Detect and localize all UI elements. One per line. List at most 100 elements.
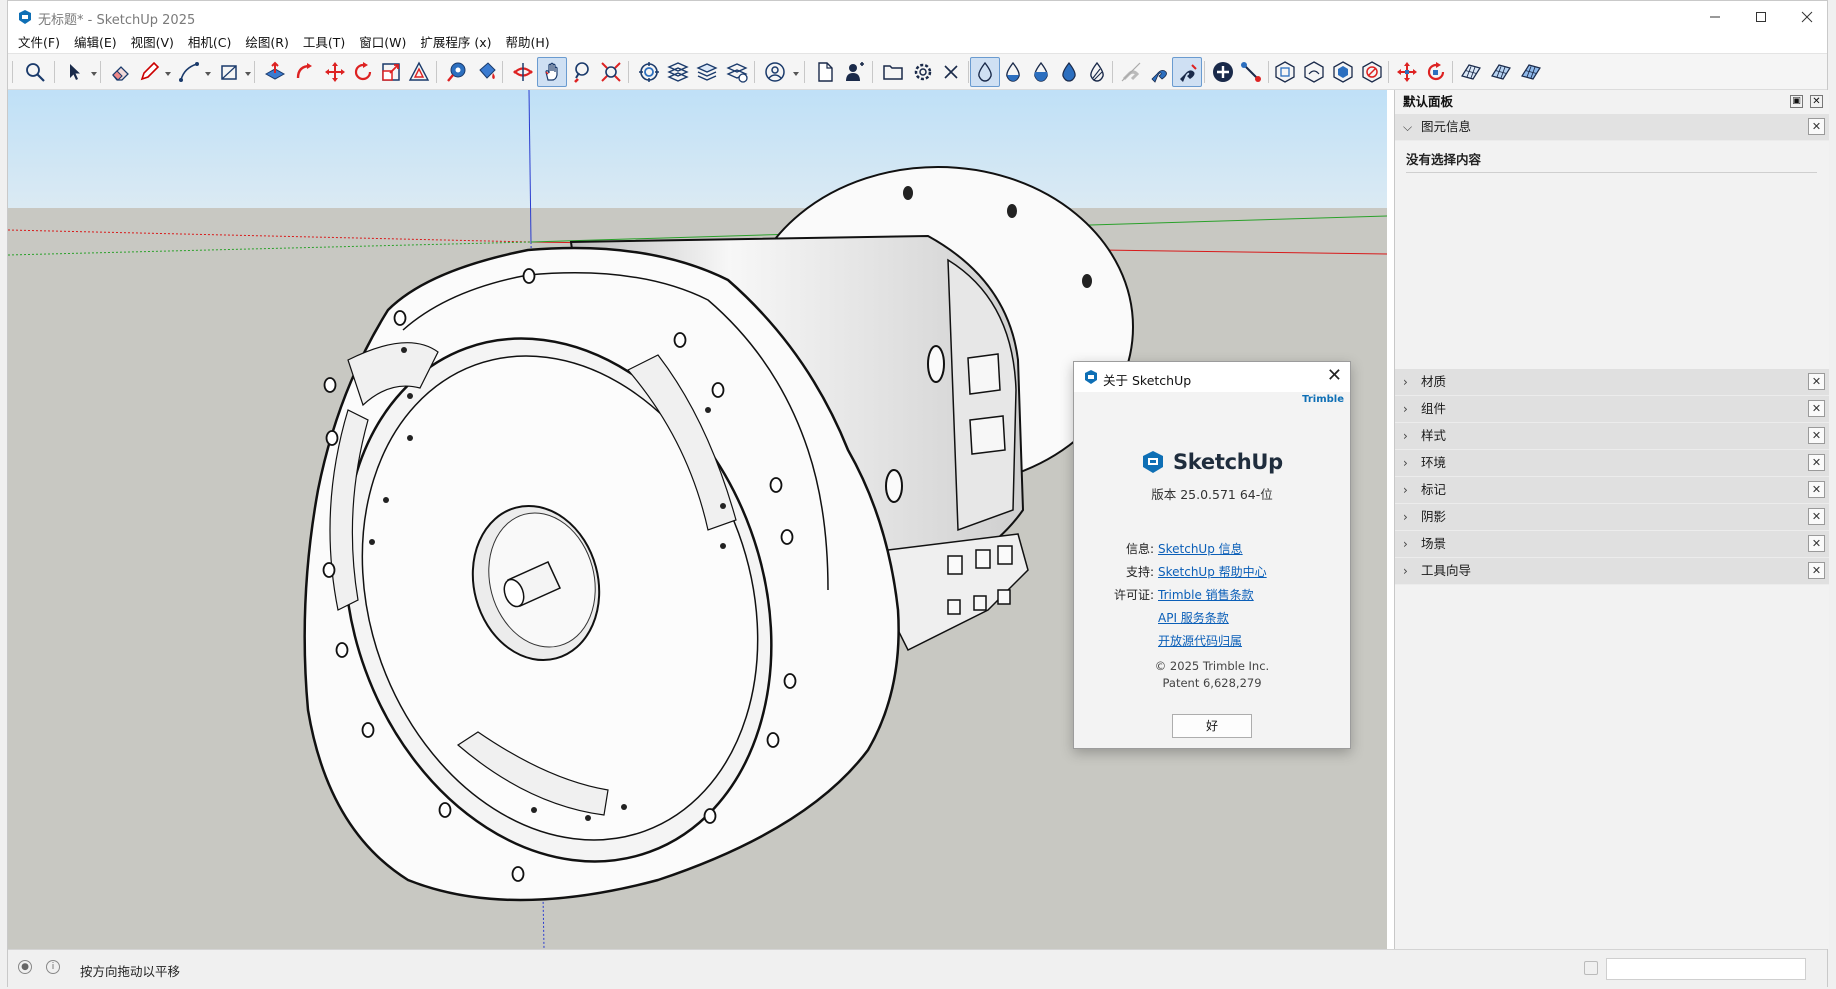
sandbox-icon[interactable]: [634, 57, 664, 87]
api-terms-link[interactable]: API 服务条款: [1158, 609, 1229, 626]
menu-view[interactable]: 视图(V): [124, 33, 181, 53]
hexagon-red-icon[interactable]: [1357, 57, 1387, 87]
account-icon[interactable]: [760, 57, 790, 87]
tray-components[interactable]: › 组件 ✕: [1395, 396, 1829, 423]
mesh-grid-icon[interactable]: [1516, 57, 1546, 87]
chevron-right-icon[interactable]: ›: [1403, 477, 1408, 503]
close-icon[interactable]: ✕: [1808, 454, 1825, 471]
node-link-icon[interactable]: [1236, 57, 1266, 87]
mesh-icon[interactable]: [1456, 57, 1486, 87]
zoom-icon[interactable]: [20, 57, 50, 87]
ok-button[interactable]: 好: [1172, 714, 1252, 738]
zoom-extents-icon[interactable]: [596, 57, 626, 87]
flatten-icon[interactable]: [722, 57, 752, 87]
offset-icon[interactable]: [404, 57, 434, 87]
sketchup-info-link[interactable]: SketchUp 信息: [1158, 540, 1243, 557]
tray-tags[interactable]: › 标记 ✕: [1395, 477, 1829, 504]
gear-icon[interactable]: [908, 57, 938, 87]
magnet-off-icon[interactable]: [1116, 57, 1146, 87]
help-center-link[interactable]: SketchUp 帮助中心: [1158, 563, 1267, 580]
dropdown-arrow-icon[interactable]: [244, 70, 252, 78]
tray-scenes[interactable]: › 场景 ✕: [1395, 531, 1829, 558]
chevron-down-icon[interactable]: ⌵: [1403, 114, 1412, 140]
eraser-icon[interactable]: [106, 57, 136, 87]
orbit-icon[interactable]: [508, 57, 538, 87]
close-icon[interactable]: ✕: [1808, 562, 1825, 579]
close-icon[interactable]: ✕: [1327, 365, 1342, 386]
stack-icon[interactable]: [692, 57, 722, 87]
chevron-right-icon[interactable]: ›: [1403, 504, 1408, 530]
menu-edit[interactable]: 编辑(E): [67, 33, 124, 53]
tray-styles[interactable]: › 样式 ✕: [1395, 423, 1829, 450]
minimize-icon[interactable]: [1692, 1, 1738, 33]
location-icon[interactable]: ●: [18, 960, 32, 974]
close-icon[interactable]: ✕: [1808, 400, 1825, 417]
measurements-box[interactable]: [1606, 958, 1806, 980]
hexagon-icon[interactable]: [1270, 57, 1300, 87]
close-icon[interactable]: ✕: [1808, 508, 1825, 525]
pencil-icon[interactable]: [134, 57, 164, 87]
open-folder-icon[interactable]: [878, 57, 908, 87]
water-drop-solid-icon[interactable]: [1026, 57, 1056, 87]
menu-file[interactable]: 文件(F): [8, 33, 67, 53]
rotate-icon[interactable]: [348, 57, 378, 87]
tray-instructor[interactable]: › 工具向导 ✕: [1395, 558, 1829, 585]
tray-materials[interactable]: › 材质 ✕: [1395, 369, 1829, 396]
menu-draw[interactable]: 绘图(R): [238, 33, 295, 53]
menu-help[interactable]: 帮助(H): [499, 33, 557, 53]
follow-me-icon[interactable]: [290, 57, 320, 87]
paint-bucket-icon[interactable]: [472, 57, 502, 87]
chevron-right-icon[interactable]: ›: [1403, 450, 1408, 476]
tape-measure-icon[interactable]: [442, 57, 472, 87]
water-drop-blue-icon[interactable]: [1054, 57, 1084, 87]
rotate-red-icon[interactable]: [1421, 57, 1451, 87]
close-icon[interactable]: [1784, 1, 1830, 33]
close-icon[interactable]: ✕: [1808, 373, 1825, 390]
pan-icon[interactable]: [537, 57, 567, 87]
layers-icon[interactable]: [663, 57, 693, 87]
push-pull-icon[interactable]: [260, 57, 290, 87]
maximize-icon[interactable]: [1738, 1, 1784, 33]
mesh-alt-icon[interactable]: [1486, 57, 1516, 87]
user-icon[interactable]: [840, 57, 870, 87]
x-icon[interactable]: [936, 57, 966, 87]
tray-entity-info[interactable]: ⌵ 图元信息 ✕: [1395, 114, 1829, 141]
hexagon-outline-icon[interactable]: [1299, 57, 1329, 87]
move-icon[interactable]: [320, 57, 350, 87]
chevron-right-icon[interactable]: ›: [1403, 558, 1408, 584]
water-drop-icon[interactable]: [970, 57, 1000, 87]
zoom-window-icon[interactable]: [568, 57, 598, 87]
open-source-link[interactable]: 开放源代码归属: [1158, 632, 1242, 649]
dropdown-arrow-icon[interactable]: [164, 70, 172, 78]
dropdown-arrow-icon[interactable]: [792, 70, 800, 78]
add-circle-icon[interactable]: [1208, 57, 1238, 87]
magnet-icon[interactable]: [1144, 57, 1174, 87]
pin-icon[interactable]: ▣: [1790, 95, 1803, 108]
chevron-right-icon[interactable]: ›: [1403, 396, 1408, 422]
menu-camera[interactable]: 相机(C): [181, 33, 238, 53]
water-drop-stripe-icon[interactable]: [1082, 57, 1112, 87]
close-icon[interactable]: ✕: [1808, 535, 1825, 552]
tray-shadows[interactable]: › 阴影 ✕: [1395, 504, 1829, 531]
close-icon[interactable]: ✕: [1810, 95, 1823, 108]
dropdown-arrow-icon[interactable]: [90, 70, 98, 78]
scale-icon[interactable]: [376, 57, 406, 87]
menu-extensions[interactable]: 扩展程序 (x): [413, 33, 498, 53]
rectangle-icon[interactable]: [214, 57, 244, 87]
new-doc-icon[interactable]: [810, 57, 840, 87]
water-drop-half-icon[interactable]: [998, 57, 1028, 87]
hexagon-solid-icon[interactable]: [1328, 57, 1358, 87]
menu-window[interactable]: 窗口(W): [352, 33, 413, 53]
select-icon[interactable]: [60, 57, 90, 87]
tray-environment[interactable]: › 环境 ✕: [1395, 450, 1829, 477]
close-icon[interactable]: ✕: [1808, 427, 1825, 444]
dropdown-arrow-icon[interactable]: [204, 70, 212, 78]
magnet-active-icon[interactable]: [1172, 57, 1202, 87]
close-icon[interactable]: ✕: [1808, 481, 1825, 498]
sales-terms-link[interactable]: Trimble 销售条款: [1158, 586, 1254, 603]
info-icon[interactable]: i: [46, 960, 60, 974]
menu-tools[interactable]: 工具(T): [296, 33, 352, 53]
close-icon[interactable]: ✕: [1808, 118, 1825, 135]
move-red-icon[interactable]: [1392, 57, 1422, 87]
chevron-right-icon[interactable]: ›: [1403, 423, 1408, 449]
